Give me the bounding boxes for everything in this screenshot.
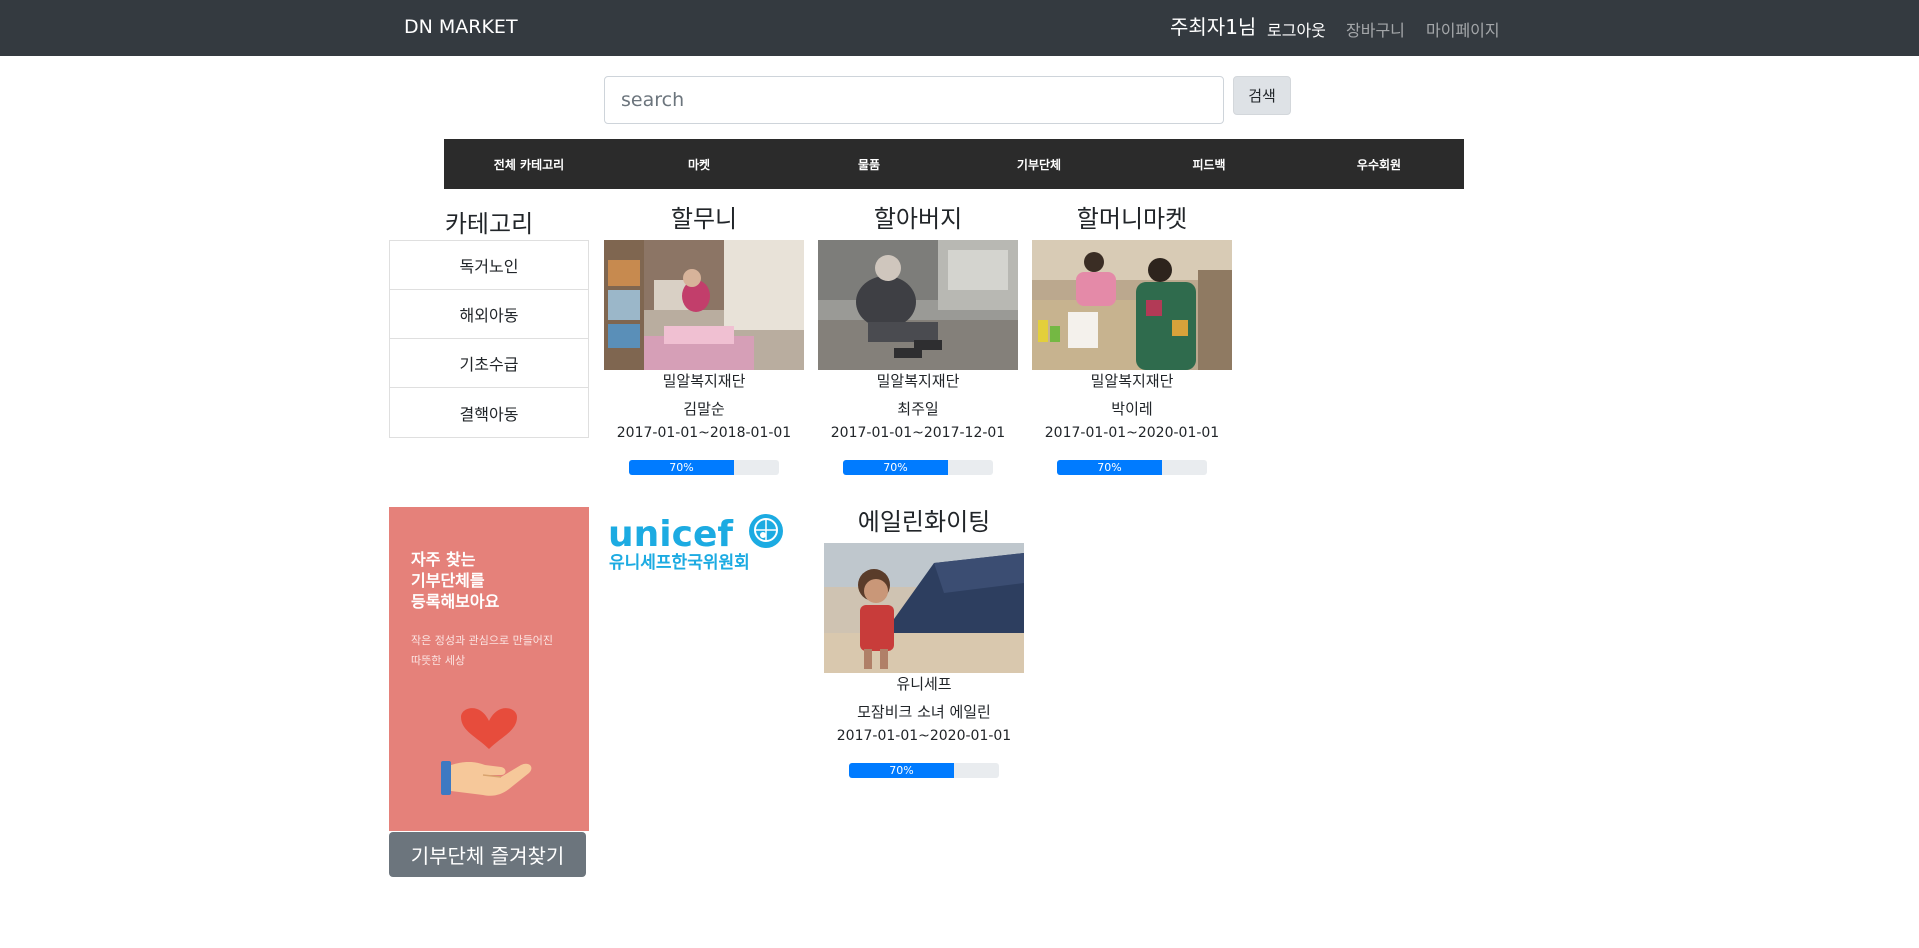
card-org: 유니세프 [896, 675, 952, 693]
progress-bar: 70% [629, 460, 779, 475]
menu-item-all-categories[interactable]: 전체 카테고리 [444, 139, 614, 189]
search-button[interactable]: 검색 [1233, 76, 1291, 115]
unicef-logo[interactable]: unicef 유니세프한국위원회 [606, 513, 796, 573]
card-image[interactable] [824, 543, 1024, 673]
card-title[interactable]: 할머니마켓 [1032, 204, 1232, 240]
user-greeting: 주최자1님 [1170, 15, 1257, 39]
card-image[interactable] [1032, 240, 1232, 370]
card-person: 모잠비크 소녀 에일린 [857, 703, 991, 721]
progress-bar: 70% [843, 460, 993, 475]
menu-item-donation-orgs[interactable]: 기부단체 [954, 139, 1124, 189]
product-card: 할아버지 밀알복지재단 최주일 2017-01-01~2017-12-01 70… [818, 204, 1018, 475]
category-menubar: 전체 카테고리 마켓 물품 기부단체 피드백 우수회원 [444, 139, 1464, 189]
card-title[interactable]: 할무니 [604, 204, 804, 240]
card-title[interactable]: 할아버지 [818, 204, 1018, 240]
product-card: 할무니 밀알복지재단 김말순 2017-01-01~2018-01-01 70% [604, 204, 804, 475]
banner-subtext: 작은 정성과 관심으로 만들어진 따뜻한 세상 [411, 634, 554, 667]
card-person: 김말순 [683, 400, 725, 418]
search-input[interactable] [604, 76, 1224, 124]
category-item-tb-children[interactable]: 결핵아동 [390, 388, 588, 437]
product-card: 할머니마켓 밀알복지재단 박이레 2017-01-01~2020-01-01 7… [1032, 204, 1232, 475]
category-item-basic-livelihood[interactable]: 기초수급 [390, 339, 588, 388]
favorites-banner: 자주 찾는 기부단체를 등록해보아요 작은 정성과 관심으로 만들어진 따뜻한 … [389, 507, 589, 831]
cart-link[interactable]: 장바구니 [1346, 17, 1405, 41]
card-period: 2017-01-01~2020-01-01 [836, 728, 1012, 744]
card-image[interactable] [604, 240, 804, 370]
card-period: 2017-01-01~2020-01-01 [1044, 425, 1220, 441]
svg-text:유니세프한국위원회: 유니세프한국위원회 [609, 553, 750, 573]
product-card: 에일린화이팅 유니세프 모잠비크 소녀 에일린 2017-01-01~2020-… [824, 507, 1024, 778]
progress-fill: 70% [843, 460, 948, 475]
card-person: 최주일 [897, 400, 939, 418]
progress-bar: 70% [1057, 460, 1207, 475]
card-image[interactable] [818, 240, 1018, 370]
logout-link[interactable]: 로그아웃 [1267, 17, 1326, 41]
category-list: 독거노인 해외아동 기초수급 결핵아동 [389, 240, 589, 438]
progress-fill: 70% [849, 763, 954, 778]
sidebar-title: 카테고리 [444, 210, 534, 238]
top-navbar: DN MARKET 주최자1님 로그아웃 장바구니 마이페이지 [0, 0, 1919, 56]
card-org: 밀알복지재단 [1090, 372, 1174, 390]
card-period: 2017-01-01~2018-01-01 [616, 425, 792, 441]
heart-hand-icon [441, 708, 532, 796]
progress-fill: 70% [1057, 460, 1162, 475]
menu-item-feedback[interactable]: 피드백 [1124, 139, 1294, 189]
card-org: 밀알복지재단 [876, 372, 960, 390]
banner-heading: 자주 찾는 기부단체를 등록해보아요 [411, 550, 500, 611]
category-item-overseas-children[interactable]: 해외아동 [390, 290, 588, 339]
progress-bar: 70% [849, 763, 999, 778]
card-period: 2017-01-01~2017-12-01 [830, 425, 1006, 441]
svg-text:unicef: unicef [608, 514, 733, 555]
category-item-elderly[interactable]: 독거노인 [390, 241, 588, 290]
progress-fill: 70% [629, 460, 734, 475]
card-person: 박이레 [1111, 400, 1153, 418]
menu-item-market[interactable]: 마켓 [614, 139, 784, 189]
favorite-orgs-button[interactable]: 기부단체 즐겨찾기 [389, 832, 586, 877]
card-org: 밀알복지재단 [662, 372, 746, 390]
brand-link[interactable]: DN MARKET [404, 16, 518, 38]
menu-item-top-members[interactable]: 우수회원 [1294, 139, 1464, 189]
card-title[interactable]: 에일린화이팅 [824, 507, 1024, 543]
mypage-link[interactable]: 마이페이지 [1426, 17, 1500, 41]
menu-item-goods[interactable]: 물품 [784, 139, 954, 189]
